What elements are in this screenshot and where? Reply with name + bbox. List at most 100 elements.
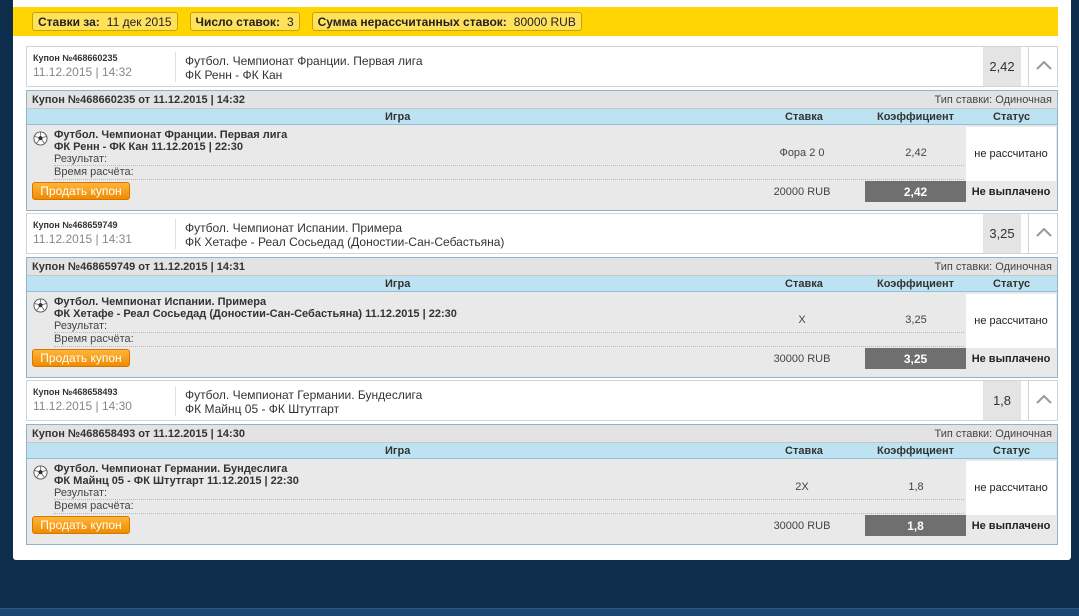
coupon-event-match: ФК Ренн - ФК Кан bbox=[185, 68, 283, 82]
coupon-event: Футбол. Чемпионат Германии. Бундеслига Ф… bbox=[185, 388, 422, 416]
column-status: Статус bbox=[993, 445, 1031, 457]
divider bbox=[54, 499, 964, 500]
stake-amount: 30000 RUB bbox=[773, 520, 831, 532]
divider bbox=[54, 332, 964, 333]
coupon-datetime: 11.12.2015 | 14:32 bbox=[33, 65, 132, 79]
chevron-up-icon bbox=[1035, 394, 1052, 407]
column-game: Игра bbox=[385, 111, 411, 123]
coupon-event-league: Футбол. Чемпионат Германии. Бундеслига bbox=[185, 388, 423, 402]
bet-coef: 1,8 bbox=[908, 481, 924, 493]
bet-row: Футбол. Чемпионат Франции. Первая лига Ф… bbox=[27, 125, 1057, 210]
coupon-event: Футбол. Чемпионат Франции. Первая лига Ф… bbox=[185, 54, 423, 82]
sell-coupon-button[interactable]: Продать купон bbox=[32, 182, 130, 200]
details-columns: Игра Ставка Коэффициент Статус bbox=[27, 109, 1057, 125]
bet-status: не рассчитано bbox=[966, 127, 1056, 181]
coupon-number: Купон №468659749 bbox=[33, 220, 118, 230]
column-coef: Коэффициент bbox=[877, 111, 955, 123]
bet-event-league: Футбол. Чемпионат Германии. Бундеслига bbox=[54, 463, 288, 475]
bets-summary-bar: Ставки за: 11 дек 2015 Число ставок: 3 С… bbox=[13, 7, 1058, 36]
payout-status: Не выплачено bbox=[971, 185, 1051, 198]
bet-event-league: Футбол. Чемпионат Франции. Первая лига bbox=[54, 129, 288, 141]
header-divider bbox=[175, 52, 176, 82]
collapse-toggle[interactable] bbox=[1028, 214, 1058, 253]
coupon-event-league: Футбол. Чемпионат Испании. Примера bbox=[185, 221, 403, 235]
bet-coef: 2,42 bbox=[905, 147, 927, 159]
collapse-toggle[interactable] bbox=[1028, 47, 1058, 86]
divider bbox=[54, 179, 964, 180]
details-title: Купон №468659749 от 11.12.2015 | 14:31 bbox=[32, 260, 245, 273]
details-title: Купон №468660235 от 11.12.2015 | 14:32 bbox=[32, 93, 245, 106]
coupon-header[interactable]: Купон №468658493 11.12.2015 | 14:30 Футб… bbox=[26, 380, 1058, 421]
column-status: Статус bbox=[993, 111, 1031, 123]
chevron-up-icon bbox=[1035, 60, 1052, 73]
details-columns: Игра Ставка Коэффициент Статус bbox=[27, 443, 1057, 459]
bets-count-label: Число ставок: bbox=[195, 14, 280, 29]
coupon-datetime: 11.12.2015 | 14:31 bbox=[33, 232, 132, 246]
sell-coupon-button[interactable]: Продать купон bbox=[32, 349, 130, 367]
details-columns: Игра Ставка Коэффициент Статус bbox=[27, 276, 1057, 292]
result-label: Результат: bbox=[54, 153, 108, 165]
payout-status: Не выплачено bbox=[971, 519, 1051, 532]
column-bet: Ставка bbox=[785, 445, 823, 457]
bet-value: X bbox=[798, 314, 806, 326]
details-title: Купон №468658493 от 11.12.2015 | 14:30 bbox=[32, 427, 245, 440]
total-coef: 3,25 bbox=[865, 348, 966, 369]
bets-date-value: 11 дек 2015 bbox=[106, 14, 172, 29]
bet-event: Футбол. Чемпионат Франции. Первая лига Ф… bbox=[54, 129, 287, 153]
coupon-header[interactable]: Купон №468660235 11.12.2015 | 14:32 Футб… bbox=[26, 46, 1058, 87]
coupon-coef: 2,42 bbox=[983, 47, 1021, 86]
coupon-datetime: 11.12.2015 | 14:30 bbox=[33, 399, 132, 413]
bet-status: не рассчитано bbox=[966, 461, 1056, 515]
bet-value: Фора 2 0 bbox=[779, 147, 825, 159]
bets-date-box[interactable]: Ставки за: 11 дек 2015 bbox=[32, 12, 178, 31]
column-status: Статус bbox=[993, 278, 1031, 290]
column-coef: Коэффициент bbox=[877, 278, 955, 290]
coupon-coef: 3,25 bbox=[983, 214, 1021, 253]
unsettled-sum-label: Сумма нерассчитанных ставок: bbox=[317, 14, 507, 29]
coupon-header[interactable]: Купон №468659749 11.12.2015 | 14:31 Футб… bbox=[26, 213, 1058, 254]
coupon-details: Купон №468658493 от 11.12.2015 | 14:30 Т… bbox=[26, 424, 1058, 545]
coupon-details: Купон №468659749 от 11.12.2015 | 14:31 Т… bbox=[26, 257, 1058, 378]
details-header: Купон №468660235 от 11.12.2015 | 14:32 Т… bbox=[27, 91, 1057, 109]
bet-event: Футбол. Чемпионат Германии. Бундеслига Ф… bbox=[54, 463, 299, 487]
divider bbox=[54, 165, 964, 166]
coupon-number: Купон №468660235 bbox=[33, 53, 118, 63]
settle-time-label: Время расчёта: bbox=[54, 500, 134, 512]
column-coef: Коэффициент bbox=[877, 445, 955, 457]
settle-time-label: Время расчёта: bbox=[54, 166, 134, 178]
settle-time-label: Время расчёта: bbox=[54, 333, 134, 345]
coupon-event: Футбол. Чемпионат Испании. Примера ФК Хе… bbox=[185, 221, 504, 249]
column-game: Игра bbox=[385, 445, 411, 457]
collapse-toggle[interactable] bbox=[1028, 381, 1058, 420]
football-icon bbox=[33, 131, 48, 146]
bet-row: Футбол. Чемпионат Германии. Бундеслига Ф… bbox=[27, 459, 1057, 544]
bet-event-league: Футбол. Чемпионат Испании. Примера bbox=[54, 296, 267, 308]
bet-value: 2X bbox=[795, 481, 809, 493]
column-game: Игра bbox=[385, 278, 411, 290]
football-icon bbox=[33, 298, 48, 313]
payout-status: Не выплачено bbox=[971, 352, 1051, 365]
bet-coef: 3,25 bbox=[905, 314, 927, 326]
result-label: Результат: bbox=[54, 320, 108, 332]
football-icon bbox=[33, 465, 48, 480]
bets-count-value: 3 bbox=[286, 14, 294, 29]
header-divider bbox=[175, 386, 176, 416]
sell-coupon-button[interactable]: Продать купон bbox=[32, 516, 130, 534]
coupon-number: Купон №468658493 bbox=[33, 387, 118, 397]
bet-event: Футбол. Чемпионат Испании. Примера ФК Хе… bbox=[54, 296, 457, 320]
footer-bar bbox=[0, 608, 1079, 616]
coupon-event-match: ФК Хетафе - Реал Сосьедад (Доностии-Сан-… bbox=[185, 235, 505, 249]
divider bbox=[54, 346, 964, 347]
header-divider bbox=[175, 219, 176, 249]
bet-type: Тип ставки: Одиночная bbox=[934, 260, 1052, 273]
bet-type: Тип ставки: Одиночная bbox=[934, 93, 1052, 106]
coupon-event-match: ФК Майнц 05 - ФК Штутгарт bbox=[185, 402, 340, 416]
bet-event-match: ФК Ренн - ФК Кан 11.12.2015 | 22:30 bbox=[54, 141, 243, 153]
details-header: Купон №468659749 от 11.12.2015 | 14:31 Т… bbox=[27, 258, 1057, 276]
coupon-event-league: Футбол. Чемпионат Франции. Первая лига bbox=[185, 54, 423, 68]
unsettled-sum-value: 80000 RUB bbox=[513, 14, 576, 29]
total-coef: 1,8 bbox=[865, 515, 966, 536]
bet-event-match: ФК Майнц 05 - ФК Штутгарт 11.12.2015 | 2… bbox=[54, 475, 299, 487]
bet-event-match: ФК Хетафе - Реал Сосьедад (Доностии-Сан-… bbox=[54, 308, 457, 320]
divider bbox=[54, 513, 964, 514]
